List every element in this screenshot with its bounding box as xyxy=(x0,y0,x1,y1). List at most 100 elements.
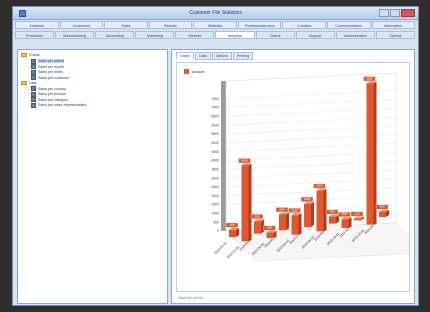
tree-item-label: Lists xyxy=(29,80,37,85)
maximize-button[interactable] xyxy=(390,9,400,17)
content-panel: Graph Data Options Printing Amount 0 500 1000… xyxy=(171,49,427,304)
tree-folder[interactable]: Lists xyxy=(21,80,37,85)
y-tick-label: 1000 xyxy=(211,212,219,216)
tree-item-label: Sales per period xyxy=(38,59,65,63)
bar-chart: 0 500 1000 1500 2000 2500 3000 3500 4000 4500 5000… xyxy=(211,72,427,262)
ribbon-menu: Incidents Customers Sales Reports Statistics… xyxy=(15,21,416,47)
ribbon-tab-analytics[interactable]: Analytics xyxy=(215,31,255,39)
main-window: Customer File Statistics Incidents Custom… xyxy=(12,6,427,306)
ribbon-tab-professionals-area[interactable]: Professionals area xyxy=(237,21,282,29)
ribbon-tab-administration[interactable]: Administration xyxy=(335,31,375,39)
status-text: Sales by period xyxy=(178,296,203,300)
y-tick-label: 2000 xyxy=(211,194,219,198)
y-tick-label: 500 xyxy=(213,220,219,224)
ribbon-tab-contacts[interactable]: Contacts xyxy=(282,21,326,29)
y-tick-label: 6000 xyxy=(211,123,219,127)
ribbon-tab-customers[interactable]: Customers xyxy=(59,21,104,29)
data-label: 400 xyxy=(229,223,234,227)
tree-folder[interactable]: Charts xyxy=(21,53,40,57)
bar-side xyxy=(311,202,314,227)
document-icon xyxy=(31,69,36,75)
tree-item[interactable]: Sales per country xyxy=(31,86,66,91)
ribbon-tab-website[interactable]: Website xyxy=(175,31,215,39)
ribbon-tab-communications[interactable]: Communications xyxy=(326,21,371,29)
data-label: 2300 xyxy=(316,184,323,188)
navigation-tree[interactable]: Charts Sales per period Sales per month Sal… xyxy=(17,49,168,304)
close-button[interactable] xyxy=(401,9,415,17)
tree-item[interactable]: Sales per period xyxy=(31,58,65,64)
ribbon-row-main: Incidents Customers Sales Reports Statistics… xyxy=(15,21,416,29)
data-label: 300 xyxy=(267,226,272,230)
y-tick-label: 0 xyxy=(217,229,219,233)
ribbon-tab-manufacturing[interactable]: Manufacturing xyxy=(55,31,95,39)
ribbon-tab-statistics[interactable]: Statistics xyxy=(193,21,237,29)
bar xyxy=(329,216,336,224)
tree-item[interactable]: Sales per sales representative xyxy=(31,102,87,108)
bar xyxy=(279,214,286,231)
bar-side xyxy=(373,81,377,225)
data-label: 4300 xyxy=(241,158,248,162)
minimize-button[interactable] xyxy=(379,9,389,17)
tab-printing[interactable]: Printing xyxy=(232,52,254,60)
tree-item[interactable]: Sales per product xyxy=(31,91,67,97)
data-label: 500 xyxy=(342,212,347,216)
tree-item-label: Sales per country xyxy=(38,86,66,91)
legend-label: Amount xyxy=(192,69,205,74)
ribbon-tab-reports[interactable]: Reports xyxy=(148,21,193,29)
document-icon xyxy=(31,102,36,108)
view-tabs: Graph Data Options Printing xyxy=(176,52,254,60)
x-tick-label: 2013-02-01 xyxy=(226,245,241,260)
ribbon-tab-sales[interactable]: Sales xyxy=(104,21,148,29)
tab-data[interactable]: Data xyxy=(195,52,211,60)
document-icon xyxy=(31,64,36,69)
ribbon-tab-production[interactable]: Production xyxy=(15,31,55,39)
y-tick-label: 4500 xyxy=(211,150,219,154)
bar xyxy=(304,204,311,227)
tree-item-label: Sales per sales representative xyxy=(38,103,87,107)
ribbon-tab-options[interactable]: Options xyxy=(375,31,415,39)
chart-legend: Amount xyxy=(184,69,204,74)
tab-options[interactable]: Options xyxy=(211,52,232,60)
y-tick-label: 6500 xyxy=(211,114,219,118)
tree-item-label: Sales per product xyxy=(38,92,67,96)
y-tick-label: 3000 xyxy=(211,176,219,180)
tree-item[interactable]: Sales per week xyxy=(31,69,63,75)
y-tick-label: 2500 xyxy=(211,185,219,189)
ribbon-tab-charts[interactable]: Charts xyxy=(255,31,295,39)
ribbon-tab-marketing[interactable]: Marketing xyxy=(135,31,175,39)
bar xyxy=(379,211,386,217)
tree-item-label: Sales per week xyxy=(38,70,63,74)
tree-item[interactable]: Sales per month xyxy=(31,64,64,69)
tree-item[interactable]: Sales per category xyxy=(31,97,68,102)
data-label: 900 xyxy=(279,207,284,211)
tab-graph[interactable]: Graph xyxy=(176,52,194,60)
ribbon-tab-support[interactable]: Support xyxy=(295,31,335,39)
legend-swatch xyxy=(184,69,189,74)
y-axis-bar xyxy=(221,81,226,231)
data-label: 1300 xyxy=(304,197,311,201)
data-label: 8000 xyxy=(366,76,373,80)
y-tick-label: 1500 xyxy=(211,203,219,207)
y-tick-label: 5500 xyxy=(211,132,219,136)
data-label: 100 xyxy=(354,212,359,216)
ribbon-tab-accounting[interactable]: Accounting xyxy=(95,31,135,39)
ribbon-row-sub: Production Manufacturing Accounting Marketi… xyxy=(15,31,416,39)
bar xyxy=(241,165,249,242)
y-tick-label: 5000 xyxy=(211,141,219,145)
tree-item-label: Sales per category xyxy=(38,97,68,102)
document-icon xyxy=(31,75,36,80)
bar xyxy=(254,221,261,234)
tree-item[interactable]: Sales per customer xyxy=(31,75,69,80)
y-tick-label: 7000 xyxy=(211,106,219,110)
data-label: 1100 xyxy=(291,208,298,212)
bar xyxy=(316,190,324,232)
bar xyxy=(229,229,236,237)
ribbon-tab-incidents[interactable]: Incidents xyxy=(15,21,59,29)
ribbon-tab-information[interactable]: Information xyxy=(371,21,416,29)
chart-area: Amount 0 500 1000 1500 2000 2500 3000 3500 4000 4… xyxy=(176,62,427,292)
tree-item-label: Sales per customer xyxy=(38,75,69,80)
tree-item-label: Charts xyxy=(29,53,40,57)
data-label: 700 xyxy=(254,214,259,218)
document-icon xyxy=(31,91,36,97)
window-title: Customer File Statistics xyxy=(189,10,242,16)
